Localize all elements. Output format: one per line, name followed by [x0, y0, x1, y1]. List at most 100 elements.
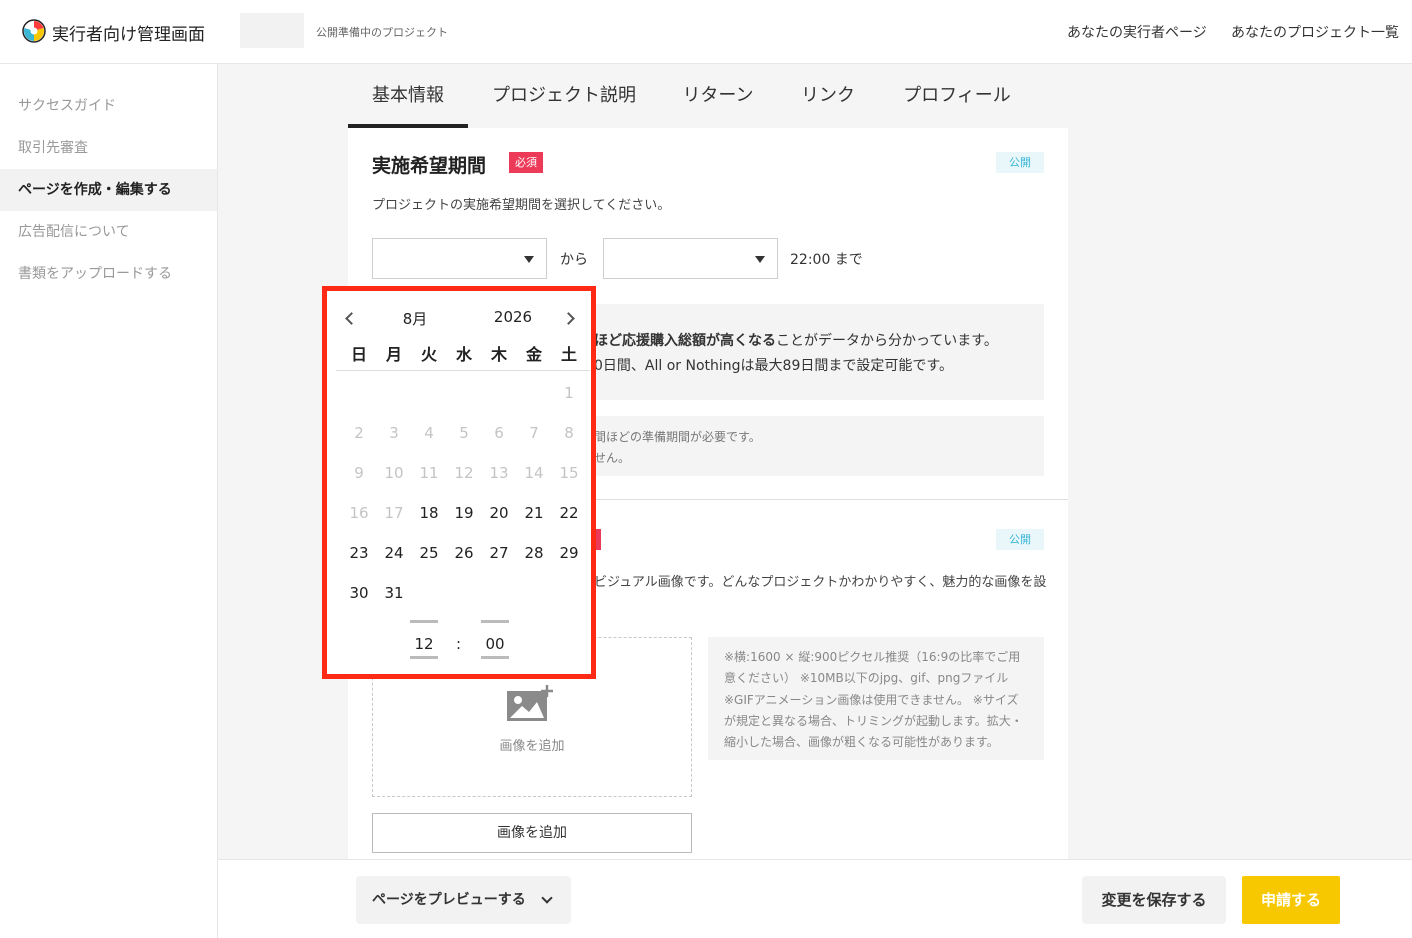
- weekday-header: 木: [490, 345, 507, 364]
- required-badge: 必須: [509, 152, 543, 173]
- image-note-line: 縮小した場合、画像が粗くなる可能性があります。: [724, 735, 999, 749]
- image-description: ビジュアル画像です。どんなプロジェクトかわかりやすく、魅力的な画像を設: [594, 575, 1047, 590]
- calendar-day[interactable]: 29: [552, 544, 586, 562]
- calendar-day[interactable]: 18: [412, 504, 446, 522]
- public-badge: 公開: [996, 152, 1044, 173]
- calendar-day[interactable]: 23: [342, 544, 376, 562]
- calendar-day: 16: [349, 504, 369, 522]
- calendar-day: 14: [524, 464, 544, 482]
- from-label: から: [560, 252, 588, 268]
- image-note-line: が規定と異なる場合、トリミングが起動します。拡大・: [724, 714, 1023, 728]
- sidebar-item-upload-docs[interactable]: 書類をアップロードする: [0, 253, 217, 295]
- calendar-day: 3: [389, 424, 399, 442]
- period-description: プロジェクトの実施希望期間を選択してください。: [372, 198, 671, 213]
- calendar-day: 9: [354, 464, 364, 482]
- sidebar-item-edit-page[interactable]: ページを作成・編集する: [0, 169, 217, 211]
- calendar-day: 12: [454, 464, 474, 482]
- period-info-line2: 0日間、All or Nothingは最大89日間まで設定可能です。: [594, 358, 953, 374]
- weekday-header: 水: [455, 345, 472, 364]
- preview-page-label: ページをプレビューする: [372, 892, 526, 908]
- period-info-line1: ほど応援購入総額が高くなることがデータから分かっています。: [594, 330, 998, 350]
- top-header: 実行者向け管理画面 公開準備中のプロジェクト あなたの実行者ページ あなたのプロ…: [0, 0, 1412, 64]
- calendar-day: 5: [459, 424, 469, 442]
- chevron-down-icon: [524, 256, 534, 263]
- hour-up-control[interactable]: [410, 620, 438, 623]
- calendar-year: 2026: [493, 308, 533, 326]
- image-requirements-box: ※横:1600 × 縦:900ピクセル推奨（16:9の比率でご用 意ください） …: [708, 637, 1044, 760]
- calendar-day: 15: [559, 464, 579, 482]
- weekday-header: 月: [385, 345, 402, 364]
- weekday-header: 金: [525, 345, 542, 364]
- next-month-icon[interactable]: [562, 312, 575, 325]
- period-section-title: 実施希望期間: [372, 155, 487, 177]
- end-date-select[interactable]: [603, 238, 778, 279]
- calendar-day[interactable]: 31: [377, 584, 411, 602]
- sidebar-item-partner-review[interactable]: 取引先審査: [0, 127, 217, 169]
- calendar-day[interactable]: 25: [412, 544, 446, 562]
- app-title[interactable]: 実行者向け管理画面: [52, 20, 205, 45]
- calendar-day: 13: [489, 464, 509, 482]
- my-page-link[interactable]: あなたの実行者ページ: [1067, 22, 1207, 42]
- calendar-day[interactable]: 22: [552, 504, 586, 522]
- preview-page-button[interactable]: ページをプレビューする: [356, 876, 571, 924]
- period-note-line1: 間ほどの準備期間が必要です。: [594, 430, 761, 444]
- calendar-day[interactable]: 21: [517, 504, 551, 522]
- app-logo-icon[interactable]: [22, 19, 46, 43]
- calendar-day: 10: [384, 464, 404, 482]
- calendar-day[interactable]: 27: [482, 544, 516, 562]
- prev-month-icon[interactable]: [345, 312, 358, 325]
- add-image-icon: [507, 685, 553, 721]
- calendar-day: 17: [384, 504, 404, 522]
- tab-returns[interactable]: リターン: [670, 76, 766, 128]
- calendar-month: 8月: [402, 310, 428, 328]
- chevron-down-icon: [541, 892, 553, 904]
- until-label: 22:00 まで: [790, 252, 863, 268]
- time-colon: :: [456, 635, 462, 653]
- sidebar-item-success-guide[interactable]: サクセスガイド: [0, 85, 217, 127]
- minute-down-control[interactable]: [481, 656, 509, 659]
- add-image-label: 画像を追加: [499, 739, 565, 754]
- calendar-day[interactable]: 26: [447, 544, 481, 562]
- hour-value[interactable]: 12: [409, 635, 439, 653]
- weekday-header: 土: [560, 345, 577, 364]
- minute-value[interactable]: 00: [480, 635, 510, 653]
- project-thumbnail: [240, 13, 304, 48]
- my-projects-link[interactable]: あなたのプロジェクト一覧: [1231, 22, 1399, 42]
- tab-links[interactable]: リンク: [790, 76, 866, 128]
- image-note-line: ※GIFアニメーション画像は使用できません。 ※サイズ: [724, 693, 1019, 707]
- calendar-day[interactable]: 20: [482, 504, 516, 522]
- sidebar-item-ads[interactable]: 広告配信について: [0, 211, 217, 253]
- calendar-day: 11: [419, 464, 439, 482]
- weekday-header: 日: [350, 345, 367, 364]
- start-date-select[interactable]: [372, 238, 547, 279]
- calendar-day: 6: [494, 424, 504, 442]
- tab-profile[interactable]: プロフィール: [892, 76, 1022, 128]
- calendar-day: 8: [564, 424, 574, 442]
- minute-up-control[interactable]: [481, 620, 509, 623]
- image-public-badge: 公開: [996, 529, 1044, 550]
- period-info-emphasis: ほど応援購入総額が高くなる: [594, 333, 776, 349]
- tab-basic-info[interactable]: 基本情報: [348, 76, 468, 128]
- period-note-line2: せん。: [594, 451, 631, 465]
- calendar-day: 4: [424, 424, 434, 442]
- hour-down-control[interactable]: [410, 656, 438, 659]
- image-note-line: ※横:1600 × 縦:900ピクセル推奨（16:9の比率でご用: [724, 650, 1021, 664]
- calendar-day[interactable]: 19: [447, 504, 481, 522]
- sidebar: サクセスガイド 取引先審査 ページを作成・編集する 広告配信について 書類をアッ…: [0, 64, 218, 938]
- tab-project-description[interactable]: プロジェクト説明: [480, 76, 648, 128]
- project-status-label: 公開準備中のプロジェクト: [316, 26, 448, 39]
- calendar-day[interactable]: 28: [517, 544, 551, 562]
- date-picker-popup: 8月 2026 12 : 00 日月火水木金土 1 2 3 4 5 6 7 8 9 10 11 12 13…: [322, 286, 596, 679]
- calendar-day[interactable]: 24: [377, 544, 411, 562]
- calendar-day[interactable]: 30: [342, 584, 376, 602]
- add-image-button[interactable]: 画像を追加: [372, 813, 692, 853]
- calendar-day: 1: [564, 384, 574, 402]
- apply-button[interactable]: 申請する: [1242, 876, 1340, 924]
- weekday-header: 火: [420, 345, 437, 364]
- image-note-line: 意ください） ※10MB以下のjpg、gif、pngファイル: [724, 671, 1009, 685]
- calendar-day: 2: [354, 424, 364, 442]
- chevron-down-icon: [755, 256, 765, 263]
- save-changes-button[interactable]: 変更を保存する: [1082, 876, 1226, 924]
- period-info-rest: ことがデータから分かっています。: [776, 333, 998, 349]
- calendar-day: 7: [529, 424, 539, 442]
